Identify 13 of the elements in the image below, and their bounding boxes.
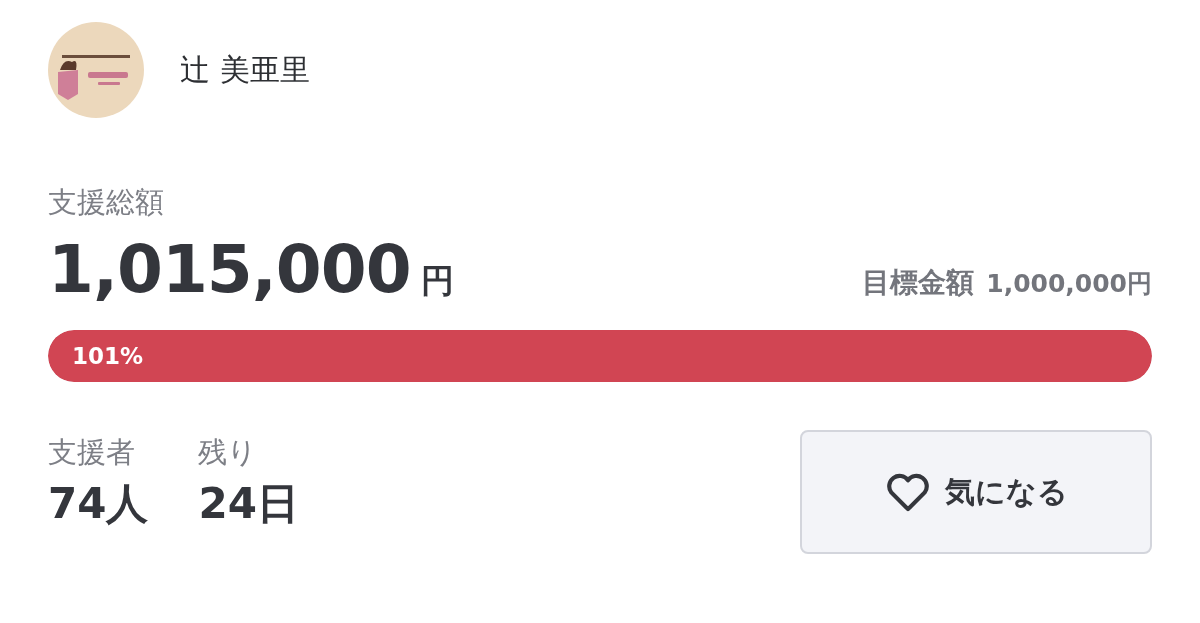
goal-label: 目標金額 xyxy=(862,265,975,301)
goal-amount: 1,000,000円 xyxy=(986,268,1152,300)
currency-unit: 円 xyxy=(420,261,454,300)
total-label: 支援総額 xyxy=(48,188,165,217)
stat-value: 24日 xyxy=(198,481,299,528)
stat-value: 74人 xyxy=(48,481,149,528)
stat-label: 支援者 xyxy=(48,438,136,467)
heart-icon xyxy=(884,472,931,512)
favorite-button[interactable]: 気になる xyxy=(800,430,1152,554)
total-amount: 1,015,000 xyxy=(48,231,411,308)
stat-label: 残り xyxy=(198,438,259,467)
progress-percent: 101% xyxy=(72,343,144,369)
owner-name: 辻 美亜里 xyxy=(180,50,310,89)
